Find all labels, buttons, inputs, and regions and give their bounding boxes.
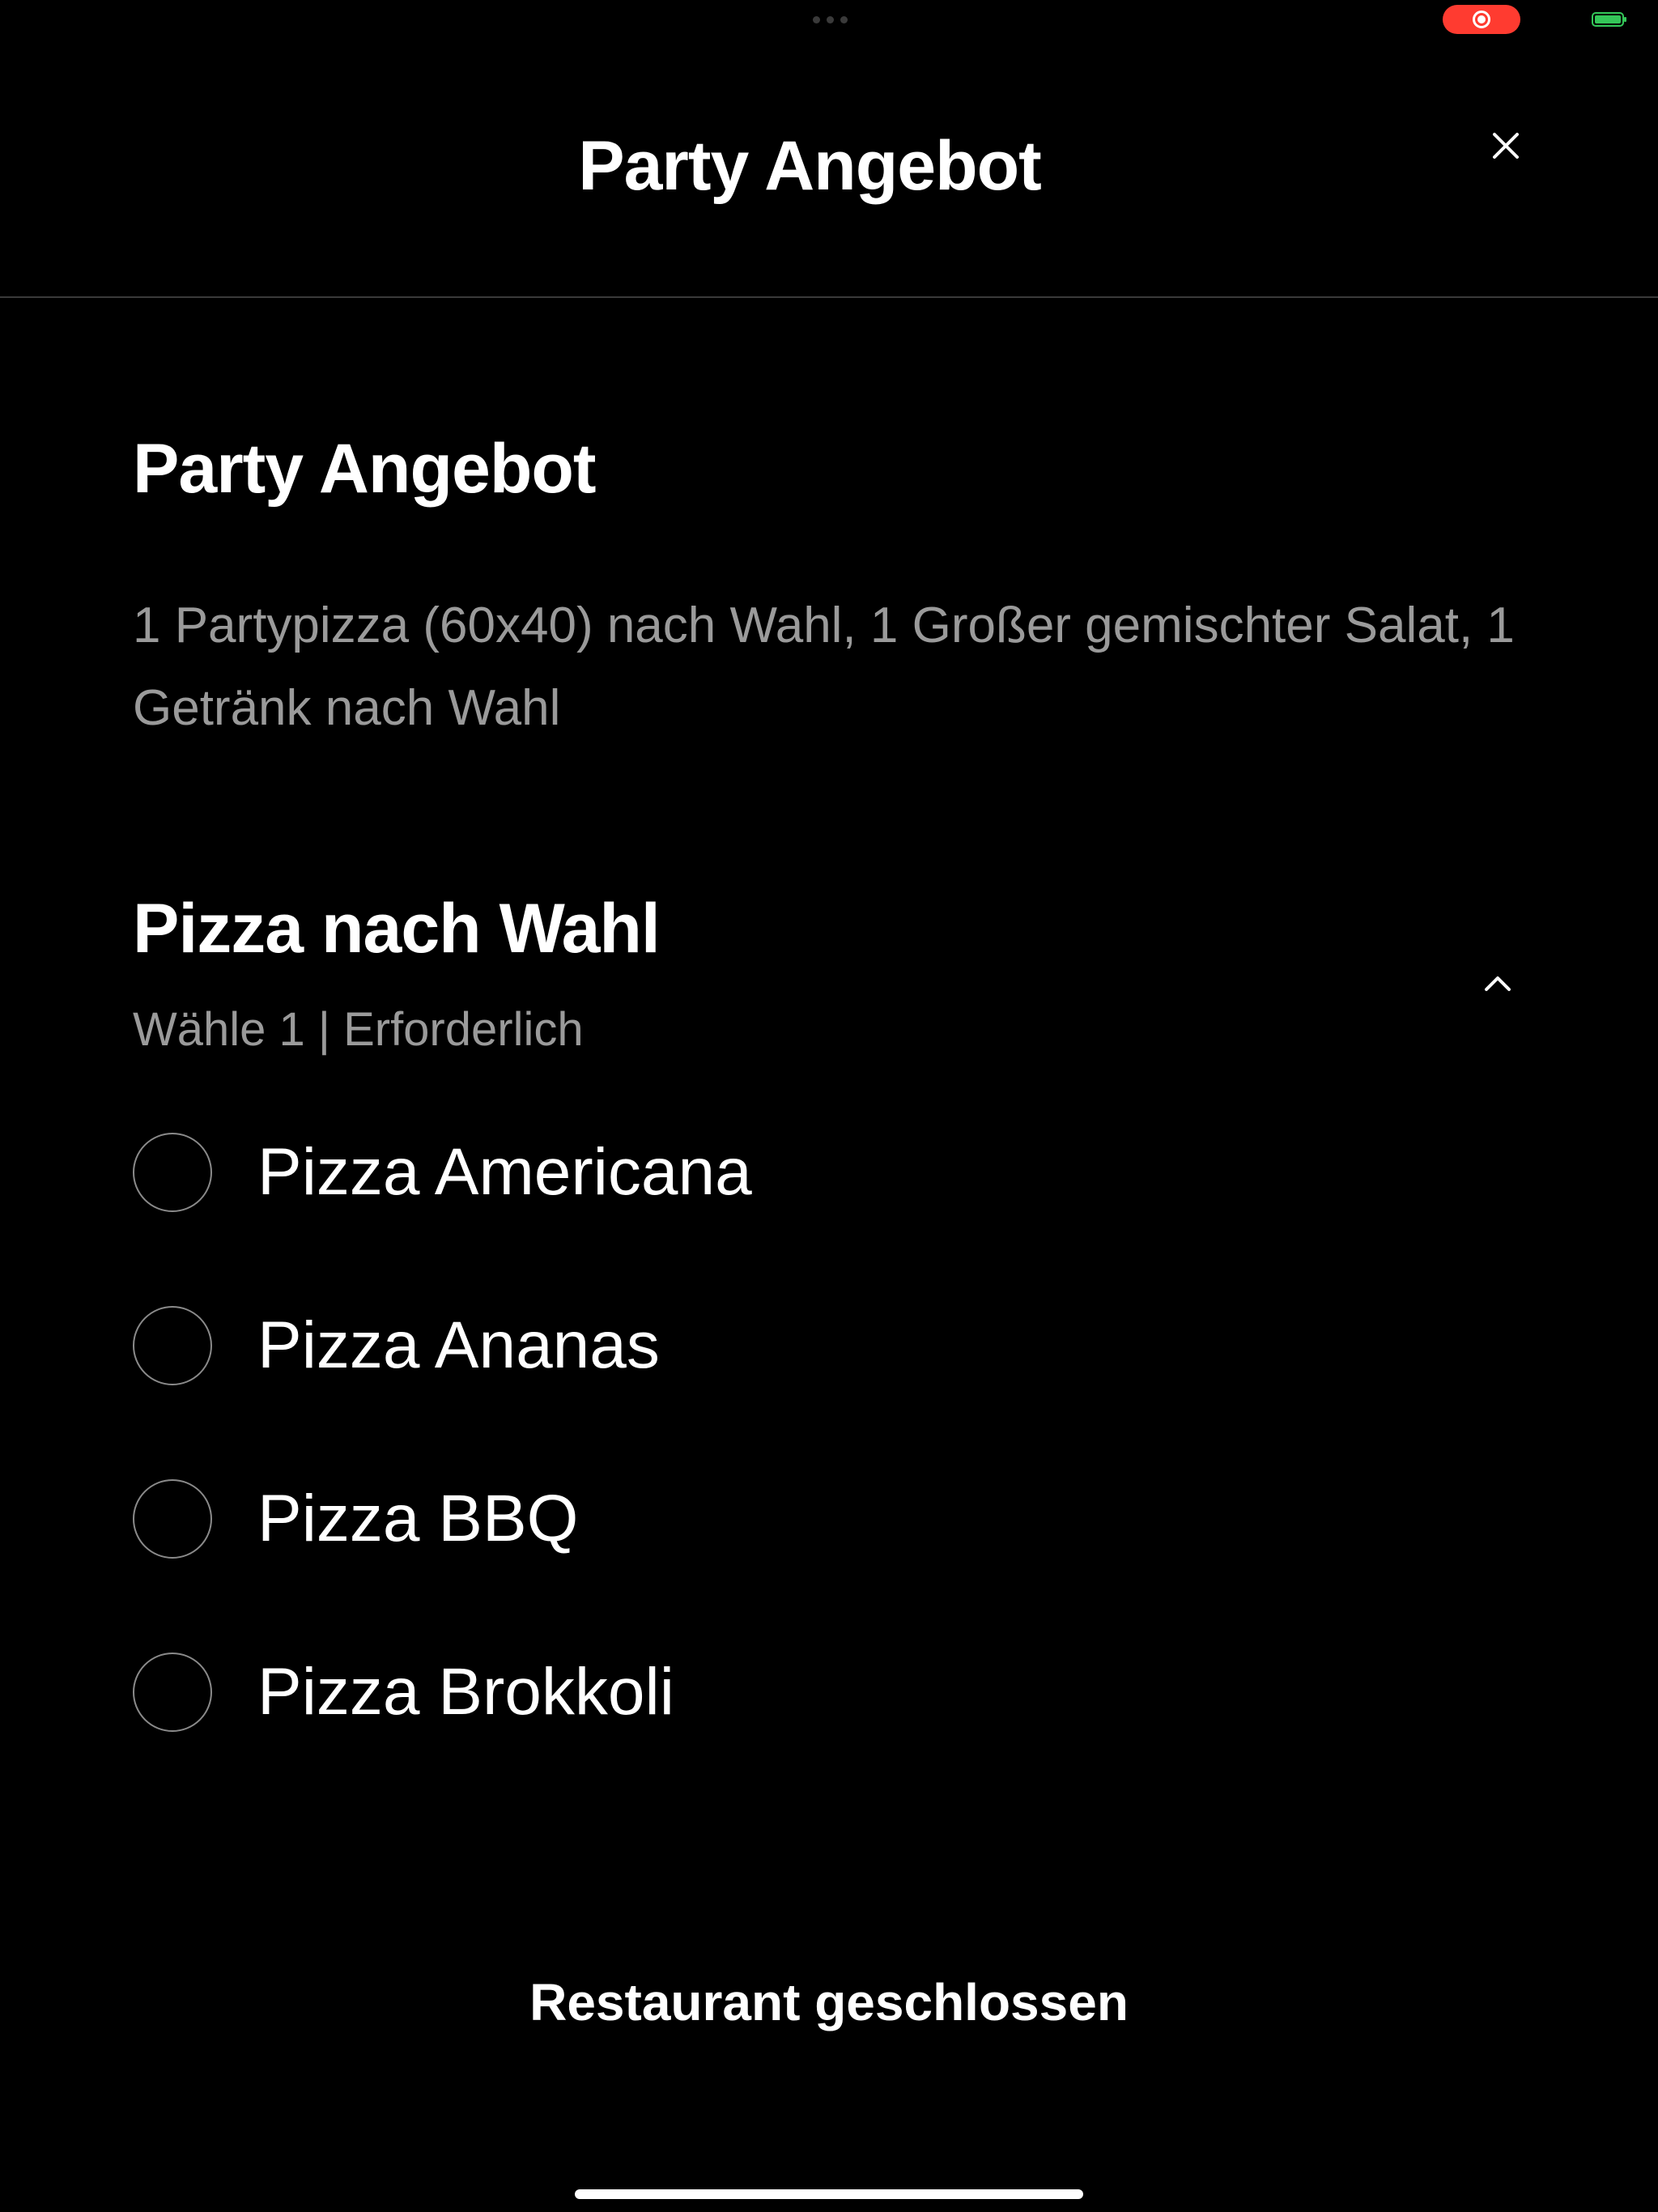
section-requirement: Wähle 1 | Erforderlich [133, 1003, 584, 1056]
item-title: Party Angebot [133, 430, 597, 508]
dot [827, 16, 834, 23]
dot [840, 16, 848, 23]
radio-button[interactable] [133, 1479, 212, 1559]
option-pizza-brokkoli[interactable]: Pizza Brokkoli [133, 1650, 674, 1734]
status-bar [0, 0, 1658, 39]
section-title: Pizza nach Wahl [133, 890, 661, 968]
close-button[interactable] [1486, 126, 1525, 165]
chevron-up-icon [1485, 976, 1511, 991]
record-icon [1473, 11, 1490, 28]
multitasking-dots[interactable] [813, 16, 848, 23]
screen-recording-indicator[interactable] [1443, 5, 1520, 34]
option-label: Pizza Americana [257, 1135, 752, 1209]
home-indicator[interactable] [575, 2189, 1083, 2199]
radio-button[interactable] [133, 1306, 212, 1385]
header-divider [0, 296, 1658, 298]
radio-button[interactable] [133, 1133, 212, 1212]
close-icon [1493, 133, 1519, 159]
restaurant-status: Restaurant geschlossen [529, 1973, 1129, 2031]
modal-title: Party Angebot [578, 127, 1042, 205]
option-label: Pizza Brokkoli [257, 1655, 674, 1729]
option-label: Pizza BBQ [257, 1482, 579, 1555]
option-pizza-bbq[interactable]: Pizza BBQ [133, 1477, 578, 1561]
option-pizza-ananas[interactable]: Pizza Ananas [133, 1304, 660, 1388]
item-description: 1 Partypizza (60x40) nach Wahl, 1 Großer… [133, 598, 1515, 736]
option-label: Pizza Ananas [257, 1308, 660, 1382]
dot [813, 16, 820, 23]
collapse-section-button[interactable] [1478, 963, 1517, 1002]
radio-button[interactable] [133, 1653, 212, 1732]
battery-icon [1592, 12, 1626, 27]
option-pizza-americana[interactable]: Pizza Americana [133, 1130, 752, 1214]
